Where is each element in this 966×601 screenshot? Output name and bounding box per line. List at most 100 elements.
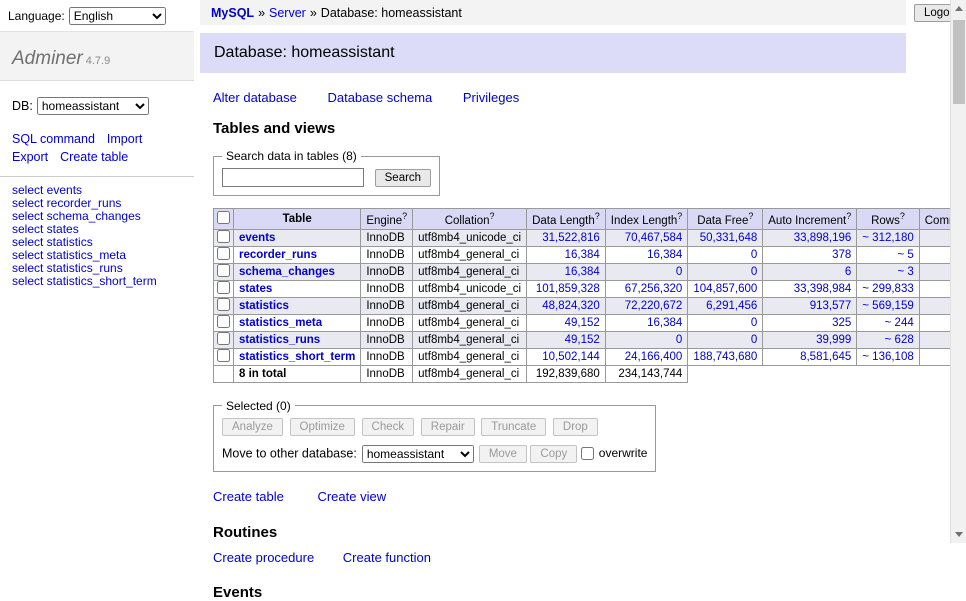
- scrollbar[interactable]: [950, 0, 966, 543]
- auto-increment-link[interactable]: 378: [832, 249, 851, 261]
- help-icon[interactable]: ?: [846, 211, 851, 221]
- table-name-link[interactable]: statistics: [239, 300, 289, 312]
- data-length-link[interactable]: 16,384: [565, 249, 600, 261]
- drop-button[interactable]: Drop: [553, 418, 598, 436]
- row-checkbox[interactable]: [217, 349, 230, 362]
- auto-increment-link[interactable]: 39,999: [816, 334, 851, 346]
- sidebar-item-select-statistics-short-term[interactable]: select statistics_short_term: [12, 274, 157, 288]
- overwrite-checkbox[interactable]: [581, 447, 594, 460]
- index-length-link[interactable]: 72,220,672: [625, 300, 683, 312]
- data-free-link[interactable]: 0: [751, 317, 757, 329]
- index-length-link[interactable]: 16,384: [647, 249, 682, 261]
- data-free-link[interactable]: 0: [751, 249, 757, 261]
- data-free-link[interactable]: 0: [751, 266, 757, 278]
- table-name-link[interactable]: recorder_runs: [239, 249, 317, 261]
- rows-link[interactable]: ~ 244: [885, 317, 914, 329]
- search-input[interactable]: [222, 168, 364, 187]
- help-icon[interactable]: ?: [900, 211, 905, 221]
- rows-link[interactable]: ~ 628: [885, 334, 914, 346]
- move-db-select[interactable]: homeassistant: [362, 445, 474, 463]
- table-name-link[interactable]: statistics_runs: [239, 334, 320, 346]
- scrollbar-thumb[interactable]: [953, 20, 965, 104]
- auto-increment-link[interactable]: 33,898,196: [794, 232, 852, 244]
- table-name-link[interactable]: schema_changes: [239, 266, 335, 278]
- data-length-link[interactable]: 48,824,320: [542, 300, 600, 312]
- table-name-link[interactable]: statistics_meta: [239, 317, 322, 329]
- data-length-link[interactable]: 49,152: [565, 334, 600, 346]
- auto-increment-link[interactable]: 6: [845, 266, 851, 278]
- scroll-up-icon[interactable]: [955, 6, 963, 11]
- auto-increment-link[interactable]: 325: [832, 317, 851, 329]
- select-all-checkbox[interactable]: [217, 211, 230, 224]
- scroll-down-icon[interactable]: [955, 532, 963, 537]
- data-length-link[interactable]: 49,152: [565, 317, 600, 329]
- analyze-button[interactable]: Analyze: [222, 418, 283, 436]
- search-button[interactable]: Search: [375, 169, 431, 187]
- row-checkbox[interactable]: [217, 264, 230, 277]
- help-icon[interactable]: ?: [595, 211, 600, 221]
- data-length-link[interactable]: 31,522,816: [542, 232, 600, 244]
- data-free-link[interactable]: 50,331,648: [700, 232, 758, 244]
- create-function-link[interactable]: Create function: [343, 550, 431, 565]
- sidebar-item-select-states[interactable]: select states: [12, 222, 79, 236]
- sidebar-item-select-schema-changes[interactable]: select schema_changes: [12, 209, 141, 223]
- optimize-button[interactable]: Optimize: [290, 418, 355, 436]
- rows-link[interactable]: ~ 312,180: [862, 232, 913, 244]
- import-link[interactable]: Import: [107, 132, 142, 146]
- row-checkbox[interactable]: [217, 230, 230, 243]
- rows-link[interactable]: ~ 3: [897, 266, 913, 278]
- alter-database-link[interactable]: Alter database: [213, 90, 297, 105]
- data-length-link[interactable]: 10,502,144: [542, 351, 600, 363]
- privileges-link[interactable]: Privileges: [463, 90, 519, 105]
- sql-command-link[interactable]: SQL command: [12, 132, 95, 146]
- row-checkbox[interactable]: [217, 247, 230, 260]
- data-free-link[interactable]: 0: [751, 334, 757, 346]
- data-free-link[interactable]: 188,743,680: [693, 351, 757, 363]
- index-length-link[interactable]: 0: [676, 334, 682, 346]
- check-button[interactable]: Check: [362, 418, 415, 436]
- sidebar-item-select-statistics-meta[interactable]: select statistics_meta: [12, 248, 126, 262]
- table-name-link[interactable]: states: [239, 283, 272, 295]
- repair-button[interactable]: Repair: [421, 418, 475, 436]
- rows-link[interactable]: ~ 299,833: [862, 283, 913, 295]
- help-icon[interactable]: ?: [489, 211, 494, 221]
- data-length-link[interactable]: 16,384: [565, 266, 600, 278]
- index-length-link[interactable]: 0: [676, 266, 682, 278]
- create-procedure-link[interactable]: Create procedure: [213, 550, 314, 565]
- data-length-link[interactable]: 101,859,328: [536, 283, 600, 295]
- data-free-link[interactable]: 6,291,456: [706, 300, 757, 312]
- table-name-link[interactable]: events: [239, 232, 275, 244]
- rows-link[interactable]: ~ 5: [897, 249, 913, 261]
- index-length-link[interactable]: 67,256,320: [625, 283, 683, 295]
- copy-button[interactable]: Copy: [530, 445, 577, 463]
- create-table-link-sidebar[interactable]: Create table: [60, 150, 128, 164]
- create-view-link[interactable]: Create view: [317, 489, 386, 504]
- row-checkbox[interactable]: [217, 315, 230, 328]
- auto-increment-link[interactable]: 8,581,645: [800, 351, 851, 363]
- auto-increment-link[interactable]: 33,398,984: [794, 283, 852, 295]
- sidebar-item-select-events[interactable]: select events: [12, 183, 82, 197]
- sidebar-item-select-recorder-runs[interactable]: select recorder_runs: [12, 196, 121, 210]
- help-icon[interactable]: ?: [748, 211, 753, 221]
- row-checkbox[interactable]: [217, 332, 230, 345]
- help-icon[interactable]: ?: [402, 211, 407, 221]
- index-length-link[interactable]: 16,384: [647, 317, 682, 329]
- rows-link[interactable]: ~ 136,108: [862, 351, 913, 363]
- move-button[interactable]: Move: [479, 445, 527, 463]
- table-name-link[interactable]: statistics_short_term: [239, 351, 355, 363]
- sidebar-item-select-statistics[interactable]: select statistics: [12, 235, 93, 249]
- truncate-button[interactable]: Truncate: [481, 418, 546, 436]
- language-select[interactable]: English: [69, 7, 166, 25]
- index-length-link[interactable]: 24,166,400: [625, 351, 683, 363]
- data-free-link[interactable]: 104,857,600: [693, 283, 757, 295]
- export-link[interactable]: Export: [12, 150, 48, 164]
- database-schema-link[interactable]: Database schema: [327, 90, 432, 105]
- row-checkbox[interactable]: [217, 281, 230, 294]
- rows-link[interactable]: ~ 569,159: [862, 300, 913, 312]
- index-length-link[interactable]: 70,467,584: [625, 232, 683, 244]
- auto-increment-link[interactable]: 913,577: [810, 300, 852, 312]
- db-select[interactable]: homeassistant: [37, 97, 149, 115]
- help-icon[interactable]: ?: [677, 211, 682, 221]
- sidebar-item-select-statistics-runs[interactable]: select statistics_runs: [12, 261, 123, 275]
- breadcrumb-mysql-link[interactable]: MySQL: [211, 6, 254, 20]
